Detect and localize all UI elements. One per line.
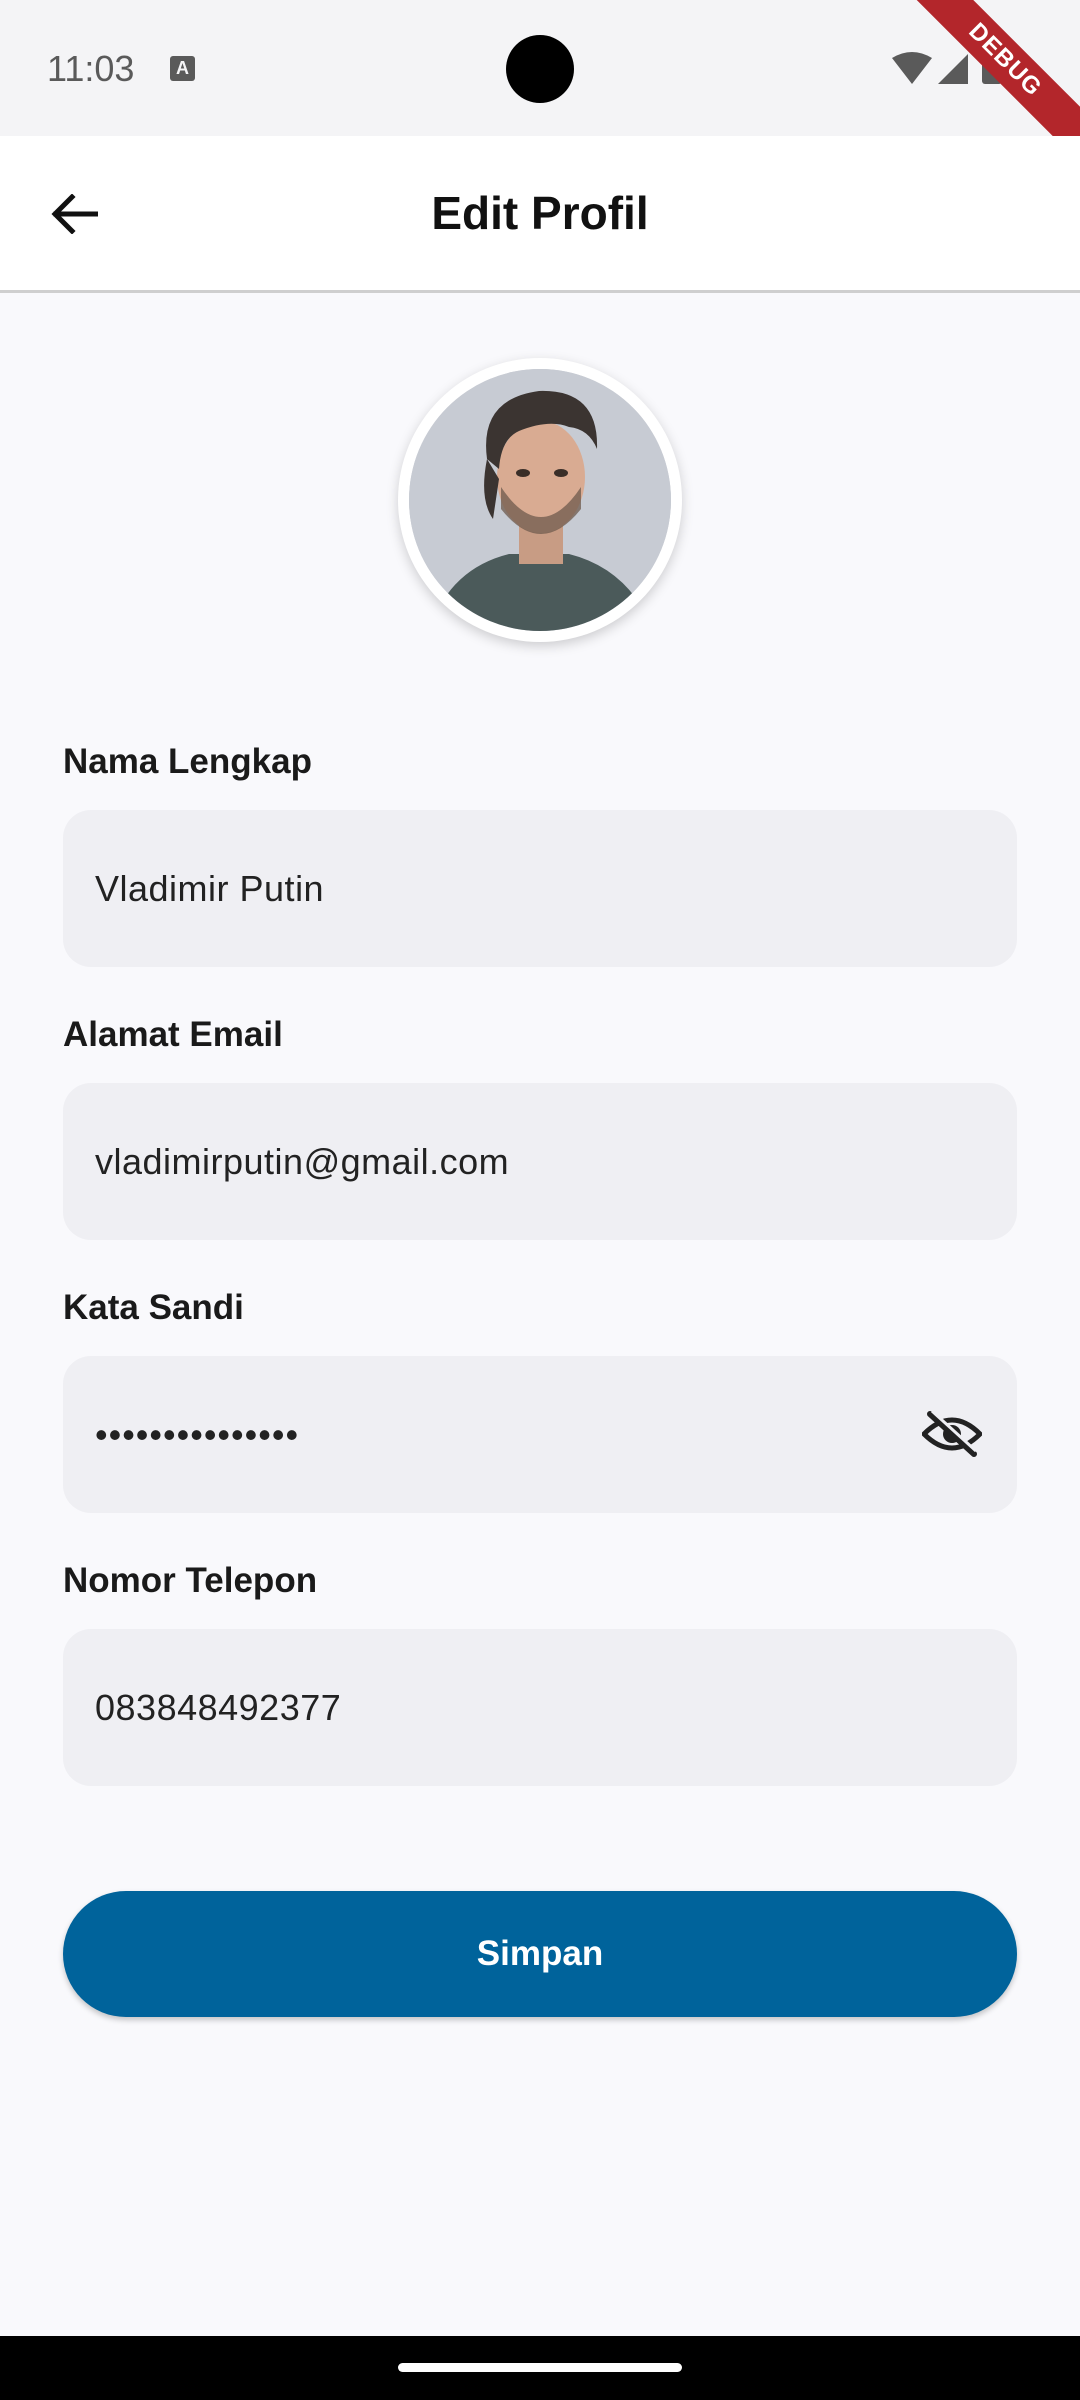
avatar-photo <box>409 369 671 631</box>
visibility-off-icon <box>922 1410 982 1457</box>
password-label: Kata Sandi <box>63 1288 244 1327</box>
password-visibility-toggle[interactable] <box>917 1399 987 1469</box>
full-name-field[interactable]: Vladimir Putin <box>63 810 1017 967</box>
wifi-icon <box>892 52 932 84</box>
email-field[interactable]: vladimirputin@gmail.com <box>63 1083 1017 1240</box>
home-indicator[interactable] <box>398 2363 682 2372</box>
email-value: vladimirputin@gmail.com <box>95 1141 510 1182</box>
phone-value: 083848492377 <box>95 1687 342 1728</box>
app-bar: Edit Profil <box>0 136 1080 293</box>
status-bar: 11:03 A DEBUG <box>0 0 1080 156</box>
full-name-label: Nama Lengkap <box>63 742 312 781</box>
full-name-value: Vladimir Putin <box>95 868 325 909</box>
system-nav-bar <box>0 2336 1080 2400</box>
avatar-frame[interactable] <box>398 358 682 642</box>
status-time: 11:03 <box>47 48 135 89</box>
back-button[interactable] <box>36 176 111 251</box>
page-title: Edit Profil <box>431 187 649 239</box>
phone-label: Nomor Telepon <box>63 1561 318 1600</box>
email-label: Alamat Email <box>63 1015 283 1054</box>
a-notification-icon: A <box>170 56 195 81</box>
avatar <box>409 369 671 631</box>
camera-cutout <box>506 35 574 103</box>
password-field[interactable]: ••••••••••••••• <box>63 1356 1017 1513</box>
signal-icon <box>938 54 968 84</box>
phone-field[interactable]: 083848492377 <box>63 1629 1017 1786</box>
password-value: ••••••••••••••• <box>95 1414 300 1455</box>
arrow-left-icon <box>50 193 98 234</box>
save-button[interactable]: Simpan <box>63 1891 1017 2017</box>
